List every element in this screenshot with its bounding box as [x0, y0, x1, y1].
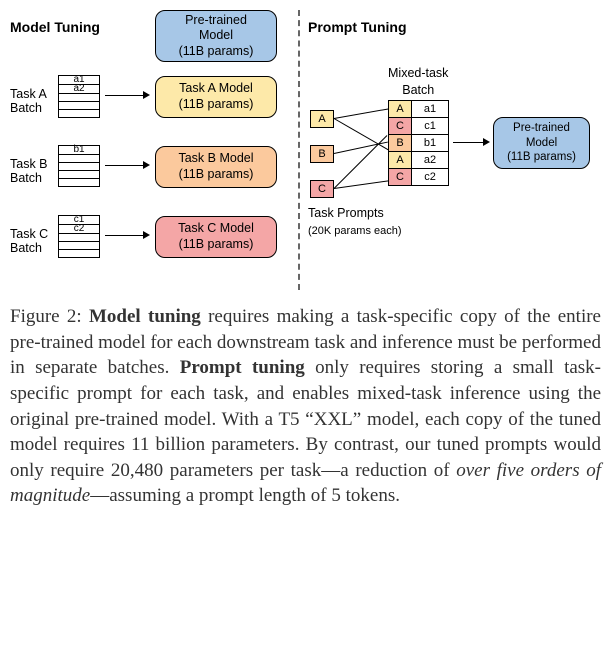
arrow-line [453, 142, 483, 143]
pretrained-model-box-right: Pre-trained Model (11B params) [493, 117, 590, 169]
connector-line [334, 108, 388, 119]
pretrained-l2: Model [156, 28, 276, 44]
arrow-icon [143, 91, 150, 99]
arrow-icon [483, 138, 490, 146]
panel-divider [298, 10, 300, 290]
pretrained-r-l3: (11B params) [494, 150, 589, 164]
pretrained-model-box-left: Pre-trained Model (11B params) [155, 10, 277, 62]
arrow-line [105, 95, 143, 96]
task-c-item: c2 [59, 225, 100, 234]
mixed-row-task: A [389, 101, 412, 118]
pretrained-l1: Pre-trained [156, 13, 276, 29]
connector-line [334, 180, 389, 189]
pretrained-r-l1: Pre-trained [494, 121, 589, 135]
mixed-row-item: c2 [412, 169, 449, 186]
task-b-batch-label: Task B Batch [10, 158, 48, 186]
mixed-task-batch-label: Mixed-task Batch [388, 65, 448, 99]
task-c-model-l2: (11B params) [156, 237, 276, 253]
arrow-line [105, 235, 143, 236]
arrow-line [105, 165, 143, 166]
task-prompts-l2: (20K params each) [308, 225, 402, 237]
caption-bold-prompt-tuning: Prompt tuning [180, 357, 305, 378]
task-c-batch-table: c1 c2 [58, 215, 100, 258]
connector-line [334, 142, 388, 154]
task-a-batch-label: Task A Batch [10, 88, 47, 116]
prompt-chip-b: B [310, 145, 334, 163]
mixed-row-item: b1 [412, 135, 449, 152]
mixed-batch-table: Aa1Cc1Bb1Aa2Cc2 [388, 100, 449, 186]
mixed-row-task: C [389, 169, 412, 186]
task-prompts-l1: Task Prompts [308, 206, 384, 220]
model-tuning-title: Model Tuning [10, 18, 100, 37]
task-c-model-box: Task C Model (11B params) [155, 216, 277, 258]
task-b-model-l1: Task B Model [156, 151, 276, 167]
mixed-row-task: B [389, 135, 412, 152]
task-a-model-box: Task A Model (11B params) [155, 76, 277, 118]
prompt-chip-c: C [310, 180, 334, 198]
mixed-row-item: c1 [412, 118, 449, 135]
task-b-item: b1 [59, 146, 100, 155]
mixed-row-task: A [389, 152, 412, 169]
task-a-model-l1: Task A Model [156, 81, 276, 97]
task-a-item: a2 [59, 85, 100, 94]
prompt-chip-a: A [310, 110, 334, 128]
arrow-icon [143, 161, 150, 169]
task-c-batch-label: Task C Batch [10, 228, 48, 256]
task-b-model-l2: (11B params) [156, 167, 276, 183]
mixed-row-item: a2 [412, 152, 449, 169]
task-b-model-box: Task B Model (11B params) [155, 146, 277, 188]
pretrained-l3: (11B params) [156, 44, 276, 60]
task-c-model-l1: Task C Model [156, 221, 276, 237]
task-prompts-label: Task Prompts (20K params each) [308, 205, 402, 239]
caption-fignum: Figure 2: [10, 306, 82, 327]
pretrained-r-l2: Model [494, 136, 589, 150]
mixed-row-task: C [389, 118, 412, 135]
mixed-row-item: a1 [412, 101, 449, 118]
figure-caption: Figure 2: Model tuning requires making a… [10, 304, 601, 509]
arrow-icon [143, 231, 150, 239]
caption-text-3: —assuming a prompt length of 5 tokens. [90, 485, 400, 506]
task-a-model-l2: (11B params) [156, 97, 276, 113]
figure-2: Model Tuning Pre-trained Model (11B para… [10, 10, 601, 290]
task-a-batch-table: a1 a2 [58, 75, 100, 118]
model-tuning-panel: Model Tuning Pre-trained Model (11B para… [10, 10, 290, 290]
task-b-batch-table: b1 [58, 145, 100, 187]
caption-bold-model-tuning: Model tuning [89, 306, 201, 327]
prompt-tuning-title: Prompt Tuning [308, 18, 407, 37]
prompt-tuning-panel: Prompt Tuning Mixed-task Batch A B C Aa1… [308, 10, 588, 290]
